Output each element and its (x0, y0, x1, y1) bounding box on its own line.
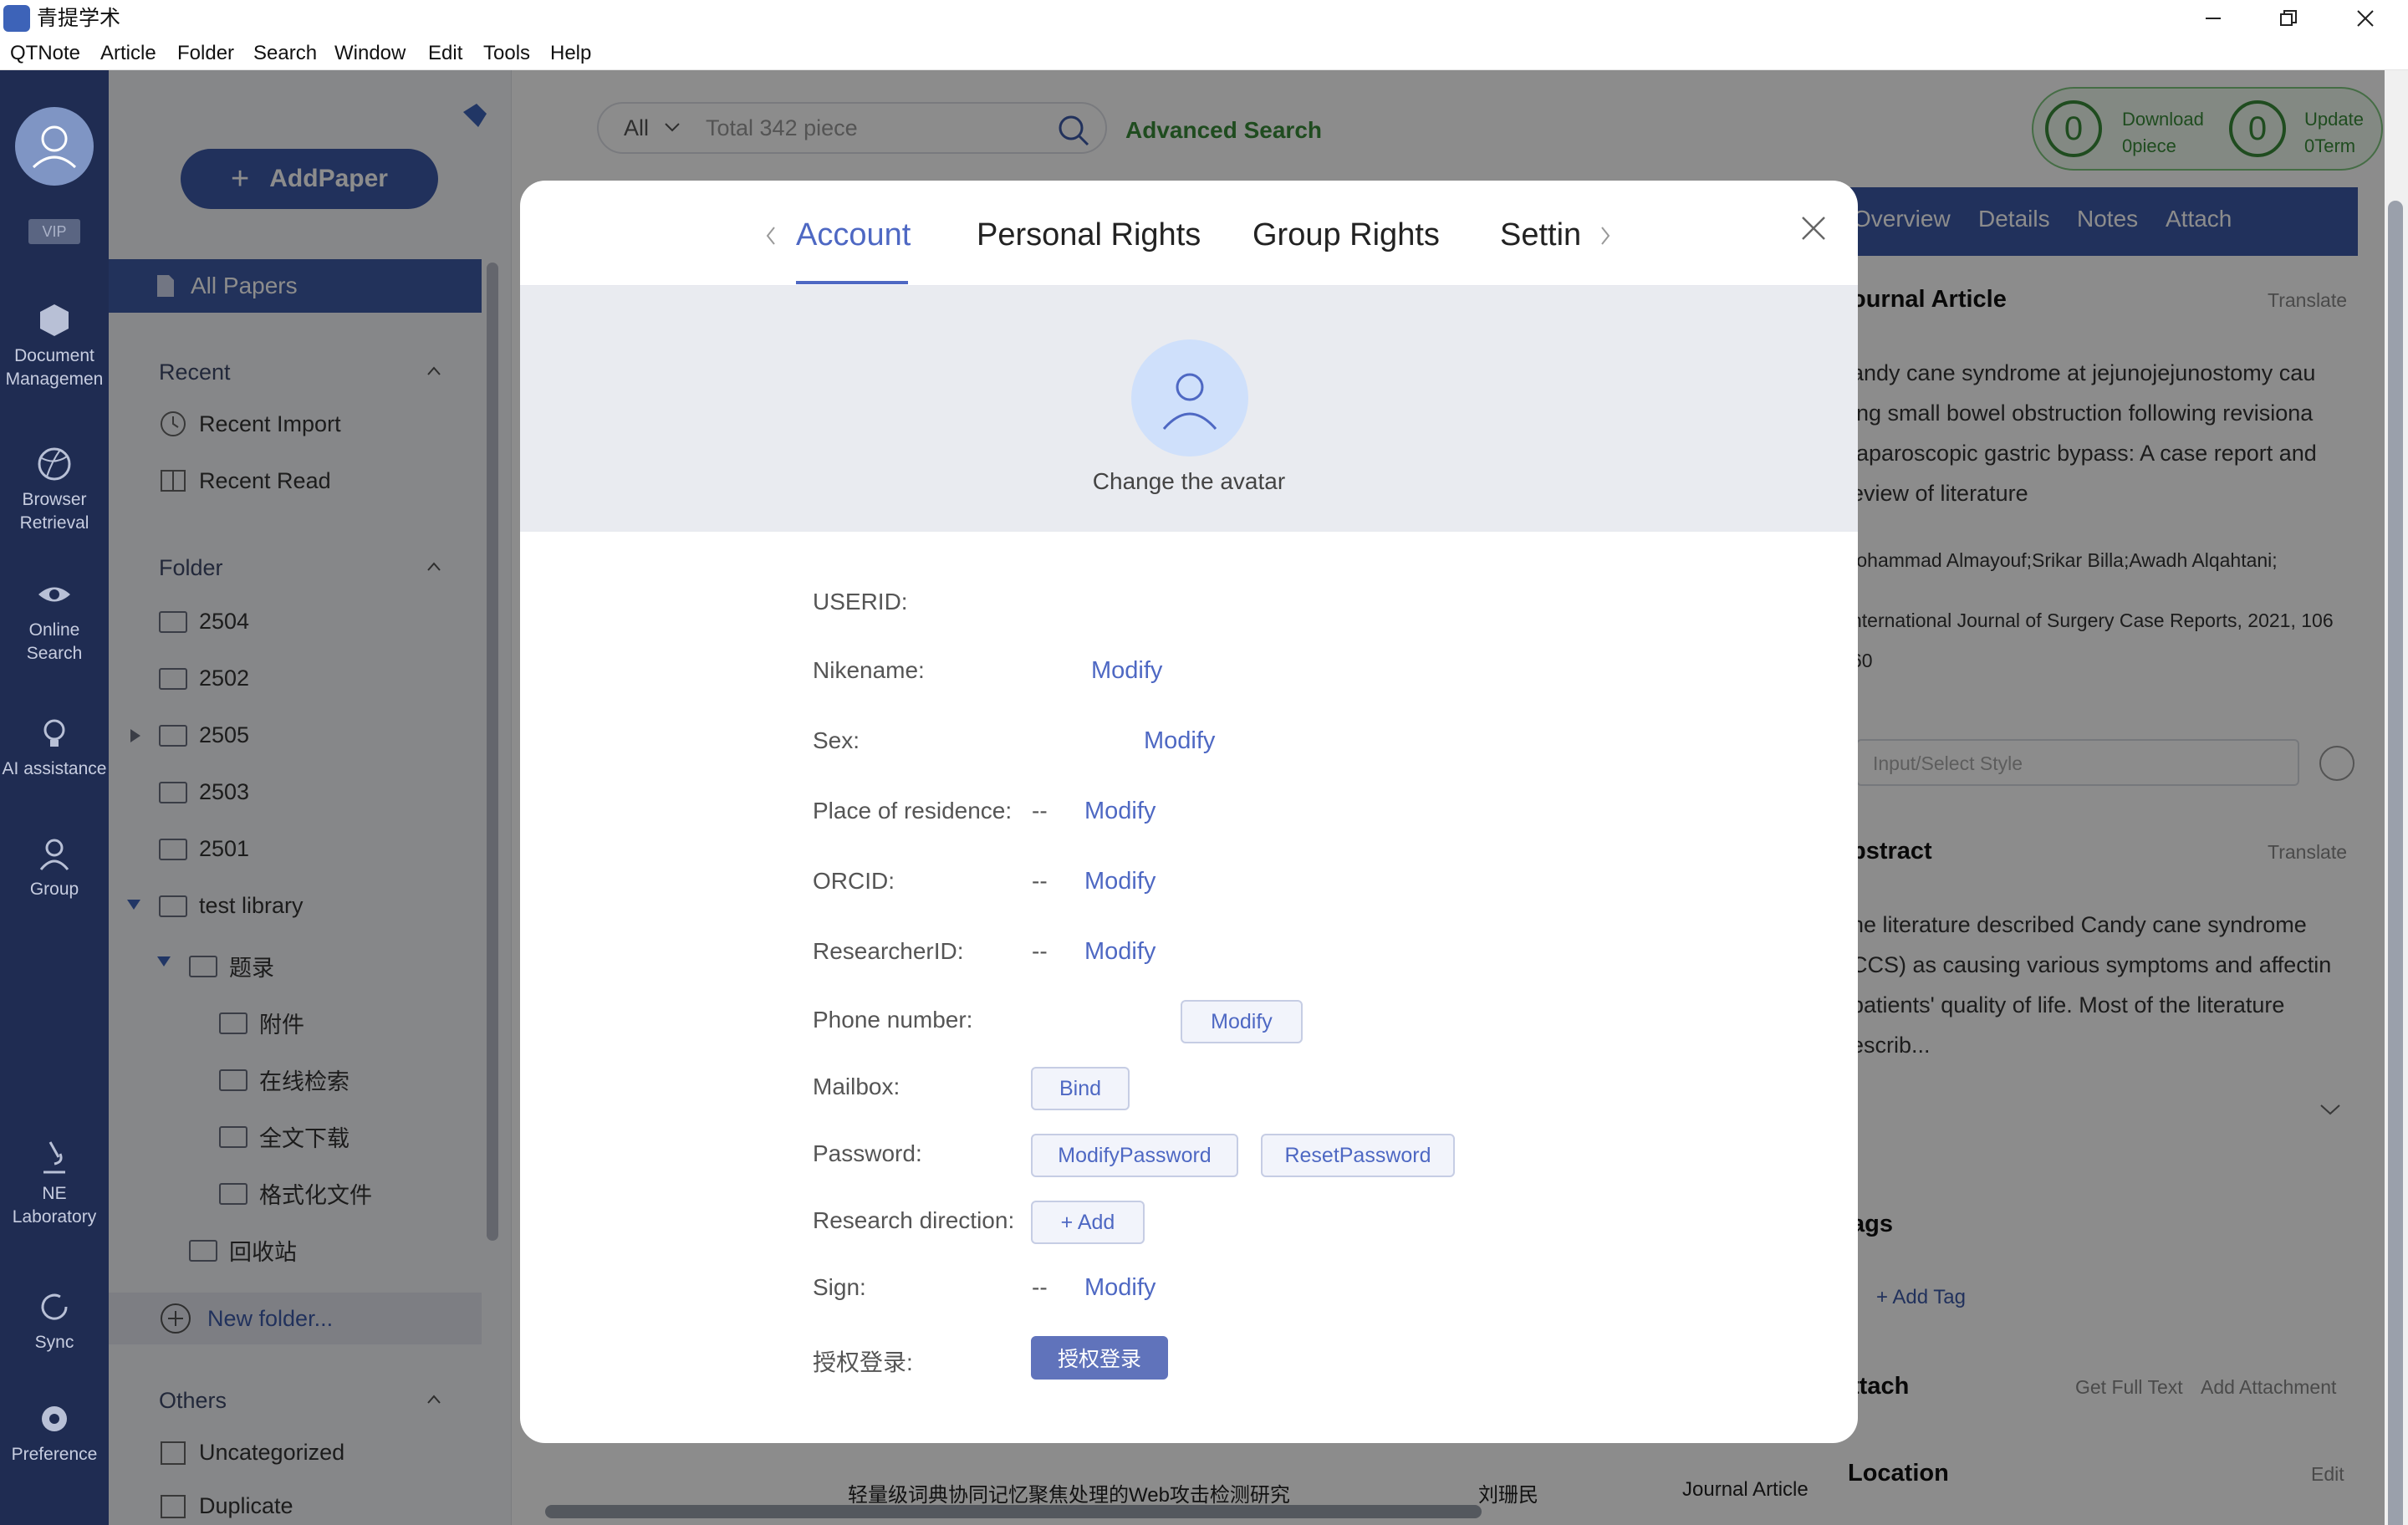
nav-ai-assistance[interactable]: AI assistance (0, 714, 109, 781)
nav-label: Document (14, 346, 94, 365)
restore-button[interactable] (2251, 0, 2326, 37)
research-direction-label: Research direction: (813, 1207, 1015, 1233)
nav-online-search[interactable]: Online Search (0, 575, 109, 666)
chevron-right-icon[interactable] (1599, 226, 1612, 246)
modify-residence-link[interactable]: Modify (1084, 798, 1156, 825)
tab-account[interactable]: Account (796, 217, 911, 253)
nav-label: Preference (11, 1445, 98, 1464)
menu-tools[interactable]: Tools (483, 42, 530, 65)
modify-sex-link[interactable]: Modify (1144, 727, 1215, 755)
tab-personal-rights[interactable]: Personal Rights (977, 217, 1201, 253)
menu-article[interactable]: Article (100, 42, 156, 65)
close-icon[interactable] (1799, 214, 1828, 242)
close-window-button[interactable] (2328, 0, 2403, 37)
left-nav: VIP Document Managemen Browser Retrieval… (0, 70, 109, 1525)
orcid-value: -- (1032, 868, 1048, 894)
password-label: Password: (813, 1140, 922, 1166)
lightbulb-icon (43, 719, 65, 747)
tab-group-rights[interactable]: Group Rights (1252, 217, 1440, 253)
chevron-left-icon[interactable] (764, 226, 778, 246)
scrollbar-thumb[interactable] (2388, 201, 2403, 1525)
orcid-label: ORCID: (813, 868, 895, 894)
menu-window[interactable]: Window (334, 42, 406, 65)
modify-sign-link[interactable]: Modify (1084, 1274, 1156, 1302)
nav-preference[interactable]: Preference (0, 1400, 109, 1466)
userid-label: USERID: (813, 589, 908, 615)
nav-group[interactable]: Group (0, 834, 109, 901)
modal-tabs: Account Personal Rights Group Rights Set… (520, 181, 1858, 286)
modify-orcid-link[interactable]: Modify (1084, 868, 1156, 895)
residence-label: Place of residence: (813, 798, 1013, 824)
authorized-login-label: 授权登录: (813, 1349, 913, 1375)
sign-value: -- (1032, 1274, 1048, 1300)
modify-nikename-link[interactable]: Modify (1091, 657, 1162, 685)
minimize-icon (2206, 18, 2221, 19)
menu-help[interactable]: Help (550, 42, 591, 65)
user-icon (1162, 373, 1217, 430)
active-tab-indicator (796, 281, 908, 284)
nav-label: Group (29, 880, 79, 899)
mailbox-label: Mailbox: (813, 1074, 900, 1099)
window-scrollbar[interactable] (2385, 70, 2408, 1525)
eye-icon (38, 587, 70, 602)
title-bar: 青提学术 (0, 0, 2408, 37)
nav-sync[interactable]: Sync (0, 1288, 109, 1354)
researcherid-value: -- (1032, 938, 1048, 964)
vip-badge: VIP (28, 219, 80, 244)
nav-label: AI assistance (2, 759, 107, 778)
phone-label: Phone number: (813, 1007, 973, 1033)
authorized-login-button[interactable]: 授权登录 (1031, 1336, 1168, 1380)
nav-label: Online (28, 620, 80, 640)
bind-mailbox-button[interactable]: Bind (1031, 1067, 1130, 1110)
nav-label: Laboratory (12, 1207, 97, 1227)
avatar-picker[interactable] (1131, 339, 1248, 456)
nav-label: NE (42, 1184, 67, 1203)
add-research-direction-button[interactable]: + Add (1031, 1201, 1145, 1244)
residence-value: -- (1032, 798, 1048, 824)
researcherid-label: ResearcherID: (813, 938, 964, 964)
account-settings-modal: Account Personal Rights Group Rights Set… (520, 181, 1858, 1443)
sex-label: Sex: (813, 727, 860, 753)
nav-label: Browser (22, 490, 87, 509)
cube-icon (40, 304, 69, 336)
user-icon (32, 125, 77, 169)
nav-document-management[interactable]: Document Managemen (0, 301, 109, 391)
nav-label: Search (26, 644, 83, 663)
group-icon (39, 839, 69, 870)
nav-label: Sync (34, 1333, 74, 1352)
close-icon (2357, 10, 2374, 27)
nav-browser-retrieval[interactable]: Browser Retrieval (0, 445, 109, 535)
reset-password-button[interactable]: ResetPassword (1261, 1134, 1455, 1177)
menu-search[interactable]: Search (253, 42, 317, 65)
sign-label: Sign: (813, 1274, 866, 1300)
menu-folder[interactable]: Folder (177, 42, 234, 65)
dribbble-icon (38, 447, 71, 481)
nav-label: Managemen (5, 370, 104, 389)
menu-bar: QTNote Article Folder Search Window Edit… (0, 37, 2408, 70)
sync-icon (41, 1293, 68, 1320)
gear-icon (42, 1406, 67, 1431)
minimize-button[interactable] (2176, 0, 2251, 37)
menu-edit[interactable]: Edit (428, 42, 462, 65)
microscope-icon (43, 1141, 65, 1174)
modify-researcherid-link[interactable]: Modify (1084, 938, 1156, 966)
user-avatar[interactable] (15, 107, 94, 186)
tab-settings[interactable]: Settin (1500, 217, 1587, 253)
modify-phone-button[interactable]: Modify (1181, 1000, 1303, 1043)
nikename-label: Nikename: (813, 657, 925, 683)
menu-qtnote[interactable]: QTNote (10, 42, 80, 65)
modify-password-button[interactable]: ModifyPassword (1031, 1134, 1238, 1177)
nav-ne-laboratory[interactable]: NE Laboratory (0, 1139, 109, 1229)
restore-icon (2280, 10, 2297, 26)
app-title: 青提学术 (37, 7, 121, 30)
app-logo-icon (3, 5, 30, 32)
nav-label: Retrieval (19, 513, 89, 533)
change-avatar-label[interactable]: Change the avatar (520, 468, 1858, 495)
